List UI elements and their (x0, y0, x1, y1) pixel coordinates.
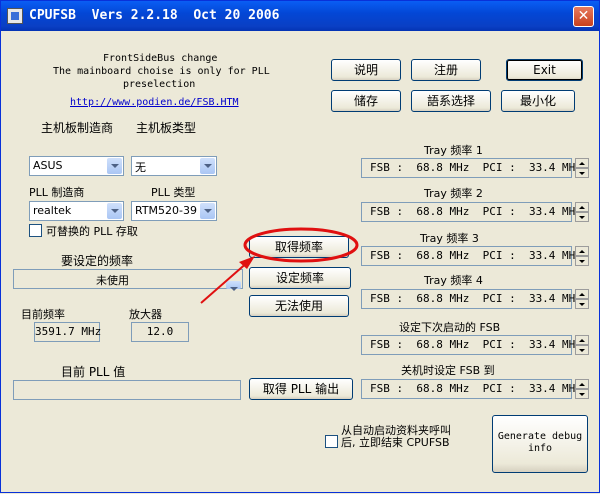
arrow-down-icon[interactable] (575, 345, 589, 355)
current-freq-field: 3591.7 MHz (34, 322, 101, 342)
get-freq-button[interactable]: 取得频率 (249, 236, 349, 258)
startup-line-2: 后, 立即结束 CPUFSB (341, 436, 450, 449)
info-line-2: The mainboard choise is only for PLL (53, 66, 270, 77)
pll-type-value: RTM520-39 (135, 204, 198, 217)
homepage-link[interactable]: http://www.podien.de/FSB.HTM (70, 97, 239, 108)
mainboard-maker-value: ASUS (33, 159, 63, 172)
next-boot-fsb-field: FSB : 68.8 MHz PCI : 33.4 MHz (361, 335, 582, 355)
tray-2-spinner[interactable] (575, 202, 589, 222)
tray-2-field: FSB : 68.8 MHz PCI : 33.4 MHz (361, 202, 582, 222)
set-freq-button[interactable]: 设定频率 (249, 267, 351, 289)
startup-exit-checkbox[interactable] (325, 435, 338, 448)
chevron-down-icon[interactable] (200, 203, 215, 219)
arrow-up-icon[interactable] (575, 246, 589, 256)
chevron-down-icon[interactable] (226, 281, 241, 291)
pll-maker-select[interactable]: realtek (29, 201, 124, 221)
language-button[interactable]: 語系选择 (411, 90, 491, 112)
arrow-down-icon[interactable] (575, 389, 589, 399)
tray-1-spinner[interactable] (575, 158, 589, 178)
arrow-down-icon[interactable] (575, 256, 589, 266)
tray-3-label: Tray 频率 3 (420, 232, 479, 245)
info-line-3: preselection (123, 79, 196, 90)
arrow-up-icon[interactable] (575, 289, 589, 299)
chevron-down-icon[interactable] (107, 203, 122, 219)
multiplier-label: 放大器 (129, 308, 162, 321)
main-window: CPUFSB Vers 2.2.18 Oct 20 2006 ✕ FrontSi… (0, 0, 600, 493)
alt-pll-checkbox[interactable] (29, 224, 42, 237)
mainboard-maker-label: 主机板制造商 (41, 121, 114, 135)
arrow-down-icon[interactable] (575, 299, 589, 309)
app-icon (7, 8, 23, 24)
shutdown-fsb-field: FSB : 68.8 MHz PCI : 33.4 MHz (361, 379, 582, 399)
tray-4-field: FSB : 68.8 MHz PCI : 33.4 MHz (361, 289, 582, 309)
arrow-up-icon[interactable] (575, 335, 589, 345)
tray-3-field: FSB : 68.8 MHz PCI : 33.4 MHz (361, 246, 582, 266)
debug-info-button[interactable]: Generate debug info (492, 415, 588, 473)
target-freq-value: 未使用 (96, 274, 129, 287)
chevron-down-icon[interactable] (200, 158, 215, 174)
target-freq-label: 要设定的频率 (61, 254, 134, 268)
register-button[interactable]: 注册 (411, 59, 481, 81)
shutdown-fsb-spinner[interactable] (575, 379, 589, 399)
chevron-down-icon[interactable] (107, 158, 122, 174)
current-freq-label: 目前频率 (21, 308, 65, 321)
arrow-down-icon[interactable] (575, 168, 589, 178)
tray-3-spinner[interactable] (575, 246, 589, 266)
get-pll-output-button[interactable]: 取得 PLL 输出 (249, 378, 353, 400)
window-title: CPUFSB Vers 2.2.18 Oct 20 2006 (29, 8, 280, 23)
tray-4-spinner[interactable] (575, 289, 589, 309)
help-button[interactable]: 说明 (331, 59, 401, 81)
pll-type-select[interactable]: RTM520-39 (131, 201, 217, 221)
target-freq-select[interactable]: 未使用 (13, 269, 243, 291)
arrow-down-icon[interactable] (575, 212, 589, 222)
mainboard-type-label: 主机板类型 (136, 121, 197, 135)
mainboard-type-select[interactable]: 无 (131, 156, 217, 176)
arrow-up-icon[interactable] (575, 158, 589, 168)
current-pll-label: 目前 PLL 值 (61, 365, 126, 379)
exit-button[interactable]: Exit (506, 59, 583, 81)
pll-type-label: PLL 类型 (151, 186, 196, 199)
minimize-button[interactable]: 最小化 (501, 90, 575, 112)
pll-maker-label: PLL 制造商 (29, 186, 85, 199)
info-line-1: FrontSideBus change (103, 53, 218, 64)
current-pll-field (13, 380, 241, 400)
shutdown-fsb-label: 关机时设定 FSB 到 (401, 364, 495, 377)
mainboard-maker-select[interactable]: ASUS (29, 156, 124, 176)
arrow-up-icon[interactable] (575, 202, 589, 212)
tray-button[interactable]: 储存 (331, 90, 401, 112)
pll-maker-value: realtek (33, 204, 72, 217)
multiplier-field: 12.0 (131, 322, 189, 342)
cannot-use-button[interactable]: 无法使用 (249, 295, 349, 317)
tray-1-field: FSB : 68.8 MHz PCI : 33.4 MHz (361, 158, 582, 178)
alt-pll-label: 可替换的 PLL 存取 (46, 225, 138, 238)
tray-1-label: Tray 频率 1 (424, 144, 483, 157)
next-boot-fsb-label: 设定下次启动的 FSB (399, 321, 501, 334)
tray-4-label: Tray 频率 4 (424, 274, 483, 287)
next-boot-fsb-spinner[interactable] (575, 335, 589, 355)
mainboard-type-value: 无 (135, 161, 146, 174)
close-icon[interactable]: ✕ (573, 6, 594, 27)
title-bar[interactable]: CPUFSB Vers 2.2.18 Oct 20 2006 ✕ (1, 1, 599, 31)
arrow-up-icon[interactable] (575, 379, 589, 389)
tray-2-label: Tray 频率 2 (424, 187, 483, 200)
